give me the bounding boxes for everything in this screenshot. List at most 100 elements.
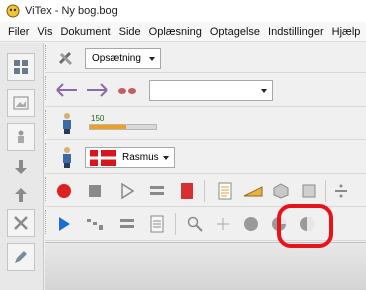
play-outline-button[interactable]	[115, 179, 139, 203]
toolbar-grip[interactable]	[45, 110, 48, 134]
insert-line-button[interactable]	[241, 179, 265, 203]
menu-side[interactable]: Side	[115, 26, 145, 38]
grid-icon	[14, 60, 28, 74]
window-title: ViTex - Ny bog.bog	[25, 5, 118, 17]
delete-button[interactable]	[7, 209, 35, 237]
speed-slider-fill	[90, 125, 127, 129]
document-icon	[150, 215, 164, 233]
voice-figure	[55, 145, 79, 169]
stop-icon	[89, 185, 101, 197]
eyes-button[interactable]	[115, 78, 139, 102]
playback-toolbar	[45, 208, 366, 241]
image-button[interactable]	[7, 89, 35, 117]
list-button[interactable]	[115, 212, 139, 236]
person-icon	[18, 130, 24, 143]
voice-name-combo[interactable]: Rasmus	[85, 147, 175, 168]
left-toolbar	[0, 43, 44, 290]
arrow-down-icon	[15, 160, 27, 174]
navigation-toolbar	[45, 74, 366, 107]
zoom-button[interactable]	[183, 212, 207, 236]
page-text-button[interactable]	[213, 179, 237, 203]
document-canvas[interactable]	[45, 242, 366, 290]
magnifier-icon	[187, 216, 203, 232]
toolbar-grip[interactable]	[45, 76, 48, 100]
setup-combo-value: Opsætning	[92, 53, 141, 64]
pen-button[interactable]	[7, 243, 35, 271]
menu-optagelse[interactable]: Optagelse	[206, 26, 264, 38]
toolbar-grip[interactable]	[45, 210, 48, 234]
page-button[interactable]	[145, 212, 169, 236]
danish-flag-icon	[90, 149, 116, 166]
forward-button[interactable]	[85, 78, 109, 102]
menu-vis[interactable]: Vis	[33, 26, 56, 38]
menu-bar: Filer Vis Dokument Side Oplæsning Optage…	[0, 22, 366, 42]
voice-toolbar: Rasmus	[45, 141, 366, 174]
arrow-left-icon	[56, 83, 77, 97]
person-button[interactable]	[7, 123, 35, 151]
move-down-button[interactable]	[7, 153, 35, 181]
circle-button[interactable]	[239, 212, 263, 236]
move-up-button[interactable]	[7, 181, 35, 209]
pen-icon	[15, 251, 27, 263]
toolbar-separator	[325, 180, 326, 202]
lines-icon	[120, 219, 134, 228]
square-icon	[302, 184, 316, 198]
record-icon	[57, 184, 71, 198]
menu-indstillinger[interactable]: Indstillinger	[264, 26, 328, 38]
pie-icon	[272, 217, 286, 231]
speed-toolbar: 150	[45, 108, 366, 140]
speed-value: 150	[91, 114, 105, 123]
crosshair-button[interactable]	[211, 212, 235, 236]
document-icon	[218, 182, 232, 200]
toolbar-separator	[204, 180, 205, 202]
frame-button[interactable]	[297, 179, 321, 203]
ruler-icon	[243, 186, 263, 197]
setup-combo[interactable]: Opsætning	[85, 48, 161, 69]
menu-oplaesning[interactable]: Oplæsning	[145, 26, 206, 38]
menu-filer[interactable]: Filer	[4, 26, 33, 38]
red-page-button[interactable]	[175, 179, 199, 203]
speed-slider[interactable]	[89, 124, 157, 130]
setup-toolbar: Opsætning	[45, 43, 366, 73]
divide-icon	[335, 184, 347, 198]
tools-button[interactable]	[55, 46, 79, 70]
app-icon	[6, 4, 20, 18]
page-red-icon	[181, 183, 193, 199]
voice-name-value: Rasmus	[122, 152, 159, 163]
chevron-down-icon	[261, 89, 267, 93]
half-circle-button[interactable]	[295, 212, 319, 236]
speaker-figure	[55, 111, 79, 135]
cube-button[interactable]	[269, 179, 293, 203]
circle-icon	[244, 217, 258, 231]
close-icon	[14, 216, 28, 230]
wrench-icon	[58, 51, 73, 66]
voice-select[interactable]	[149, 80, 273, 101]
lines-button[interactable]	[145, 179, 169, 203]
eyes-icon	[118, 88, 136, 94]
pie-button[interactable]	[267, 212, 291, 236]
half-circle-icon	[300, 217, 314, 231]
person-figure-icon	[63, 113, 71, 134]
toolbar-grip[interactable]	[45, 177, 48, 201]
arrow-up-icon	[15, 188, 27, 202]
toolbar-separator	[175, 213, 176, 235]
menu-dokument[interactable]: Dokument	[56, 26, 114, 38]
toolbar-grip[interactable]	[45, 143, 48, 167]
play-icon	[59, 217, 70, 231]
menu-hjaelp[interactable]: Hjælp	[328, 26, 365, 38]
main-area: Opsætning 150 Rasmus	[45, 43, 366, 290]
steps-button[interactable]	[83, 212, 107, 236]
crosshair-icon	[217, 218, 229, 230]
stop-button[interactable]	[83, 179, 107, 203]
cube-icon	[273, 183, 289, 199]
toolbar-grip[interactable]	[45, 45, 48, 69]
person-figure-icon	[63, 147, 71, 168]
layout-button[interactable]	[7, 53, 35, 81]
play-button[interactable]	[52, 212, 76, 236]
back-button[interactable]	[55, 78, 79, 102]
image-icon	[13, 96, 29, 110]
play-icon	[121, 183, 134, 199]
record-button[interactable]	[52, 179, 76, 203]
divide-button[interactable]	[329, 179, 353, 203]
chevron-down-icon	[149, 57, 155, 61]
